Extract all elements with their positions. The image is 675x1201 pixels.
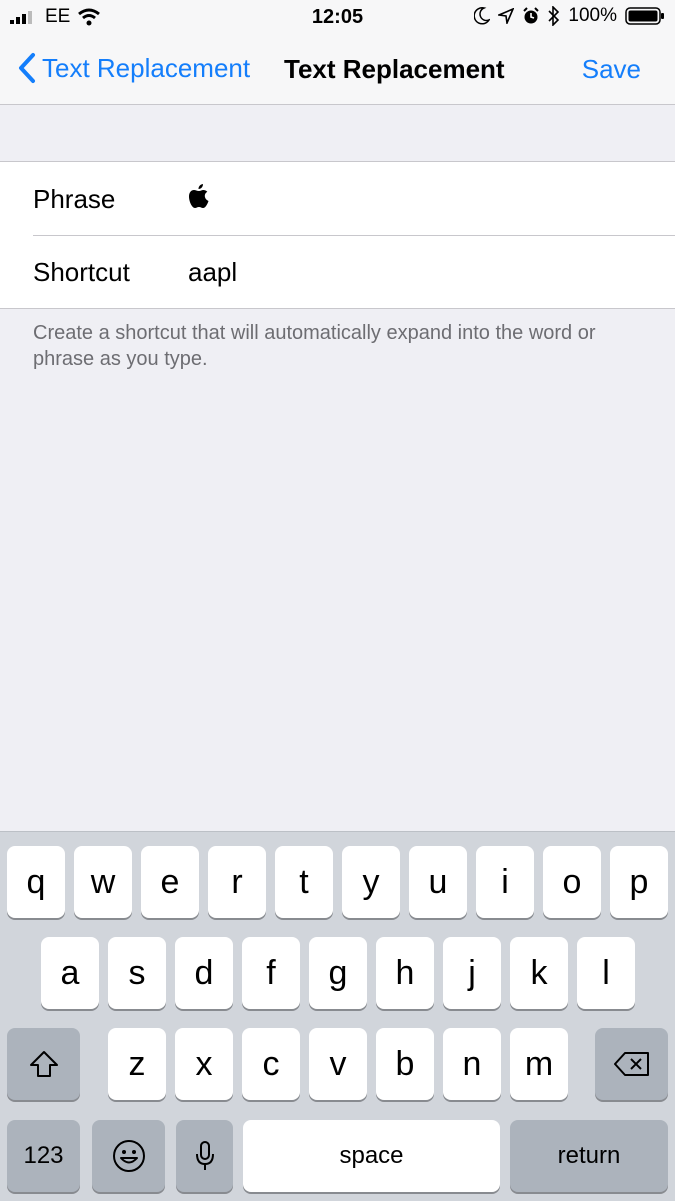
key-p[interactable]: p xyxy=(610,846,668,918)
delete-key[interactable] xyxy=(595,1028,668,1100)
key-r[interactable]: r xyxy=(208,846,266,918)
key-x[interactable]: x xyxy=(175,1028,233,1100)
chevron-left-icon xyxy=(19,53,35,83)
alarm-icon xyxy=(523,7,540,24)
status-right: 100% xyxy=(474,5,665,27)
emoji-key[interactable] xyxy=(92,1120,165,1192)
key-f[interactable]: f xyxy=(242,937,300,1009)
replacement-form: Phrase Shortcut aapl xyxy=(0,161,675,309)
key-q[interactable]: q xyxy=(7,846,65,918)
key-k[interactable]: k xyxy=(510,937,568,1009)
navigation-bar: Text Replacement Text Replacement Save xyxy=(0,34,675,105)
shortcut-label: Shortcut xyxy=(33,257,130,287)
moon-icon xyxy=(474,7,491,25)
shift-key[interactable] xyxy=(7,1028,80,1100)
space-key[interactable]: space xyxy=(243,1120,500,1192)
bluetooth-icon xyxy=(548,6,560,26)
key-m[interactable]: m xyxy=(510,1028,568,1100)
dictation-key[interactable] xyxy=(176,1120,233,1192)
key-w[interactable]: w xyxy=(74,846,132,918)
back-button[interactable]: Text Replacement xyxy=(18,52,250,84)
save-button[interactable]: Save xyxy=(582,54,641,85)
phrase-row[interactable]: Phrase xyxy=(33,162,675,236)
phrase-field[interactable] xyxy=(188,183,210,216)
key-v[interactable]: v xyxy=(309,1028,367,1100)
key-i[interactable]: i xyxy=(476,846,534,918)
key-s[interactable]: s xyxy=(108,937,166,1009)
phrase-label: Phrase xyxy=(33,184,116,214)
help-text: Create a shortcut that will automaticall… xyxy=(33,322,596,370)
shortcut-row[interactable]: Shortcut aapl xyxy=(33,235,675,308)
location-icon xyxy=(498,8,515,24)
page-title: Text Replacement xyxy=(284,54,505,84)
shift-icon xyxy=(29,1051,58,1077)
key-l[interactable]: l xyxy=(577,937,635,1009)
key-a[interactable]: a xyxy=(41,937,99,1009)
key-y[interactable]: y xyxy=(342,846,400,918)
key-b[interactable]: b xyxy=(376,1028,434,1100)
return-key[interactable]: return xyxy=(510,1120,668,1192)
key-u[interactable]: u xyxy=(409,846,467,918)
key-o[interactable]: o xyxy=(543,846,601,918)
status-bar: EE 12:05 100% xyxy=(0,0,675,34)
key-n[interactable]: n xyxy=(443,1028,501,1100)
key-c[interactable]: c xyxy=(242,1028,300,1100)
key-t[interactable]: t xyxy=(275,846,333,918)
emoji-icon xyxy=(112,1140,145,1172)
back-button-label: Text Replacement xyxy=(42,52,251,83)
battery-percent: 100% xyxy=(568,5,617,26)
shortcut-field[interactable]: aapl xyxy=(188,257,237,288)
numbers-key[interactable]: 123 xyxy=(7,1120,80,1192)
key-d[interactable]: d xyxy=(175,937,233,1009)
battery-icon xyxy=(625,7,664,25)
keyboard: q w e r t y u i o p a s d f g h j k l z … xyxy=(0,831,675,1201)
key-h[interactable]: h xyxy=(376,937,434,1009)
key-z[interactable]: z xyxy=(108,1028,166,1100)
apple-logo-icon xyxy=(189,184,209,208)
backspace-icon xyxy=(613,1052,649,1076)
key-j[interactable]: j xyxy=(443,937,501,1009)
microphone-icon xyxy=(195,1141,214,1170)
key-e[interactable]: e xyxy=(141,846,199,918)
key-g[interactable]: g xyxy=(309,937,367,1009)
